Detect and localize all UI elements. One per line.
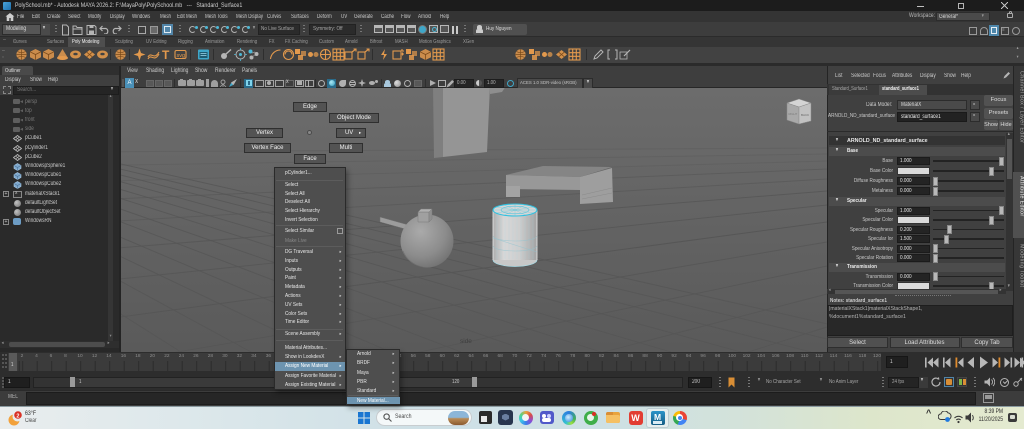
- svg-text:svg: svg: [176, 53, 185, 59]
- svg-text:T: T: [162, 48, 170, 61]
- svg-text:RIGHT: RIGHT: [789, 112, 798, 116]
- svg-text:BACK: BACK: [801, 113, 809, 117]
- svg-text:2: 2: [16, 413, 19, 419]
- svg-text:side: side: [460, 338, 472, 345]
